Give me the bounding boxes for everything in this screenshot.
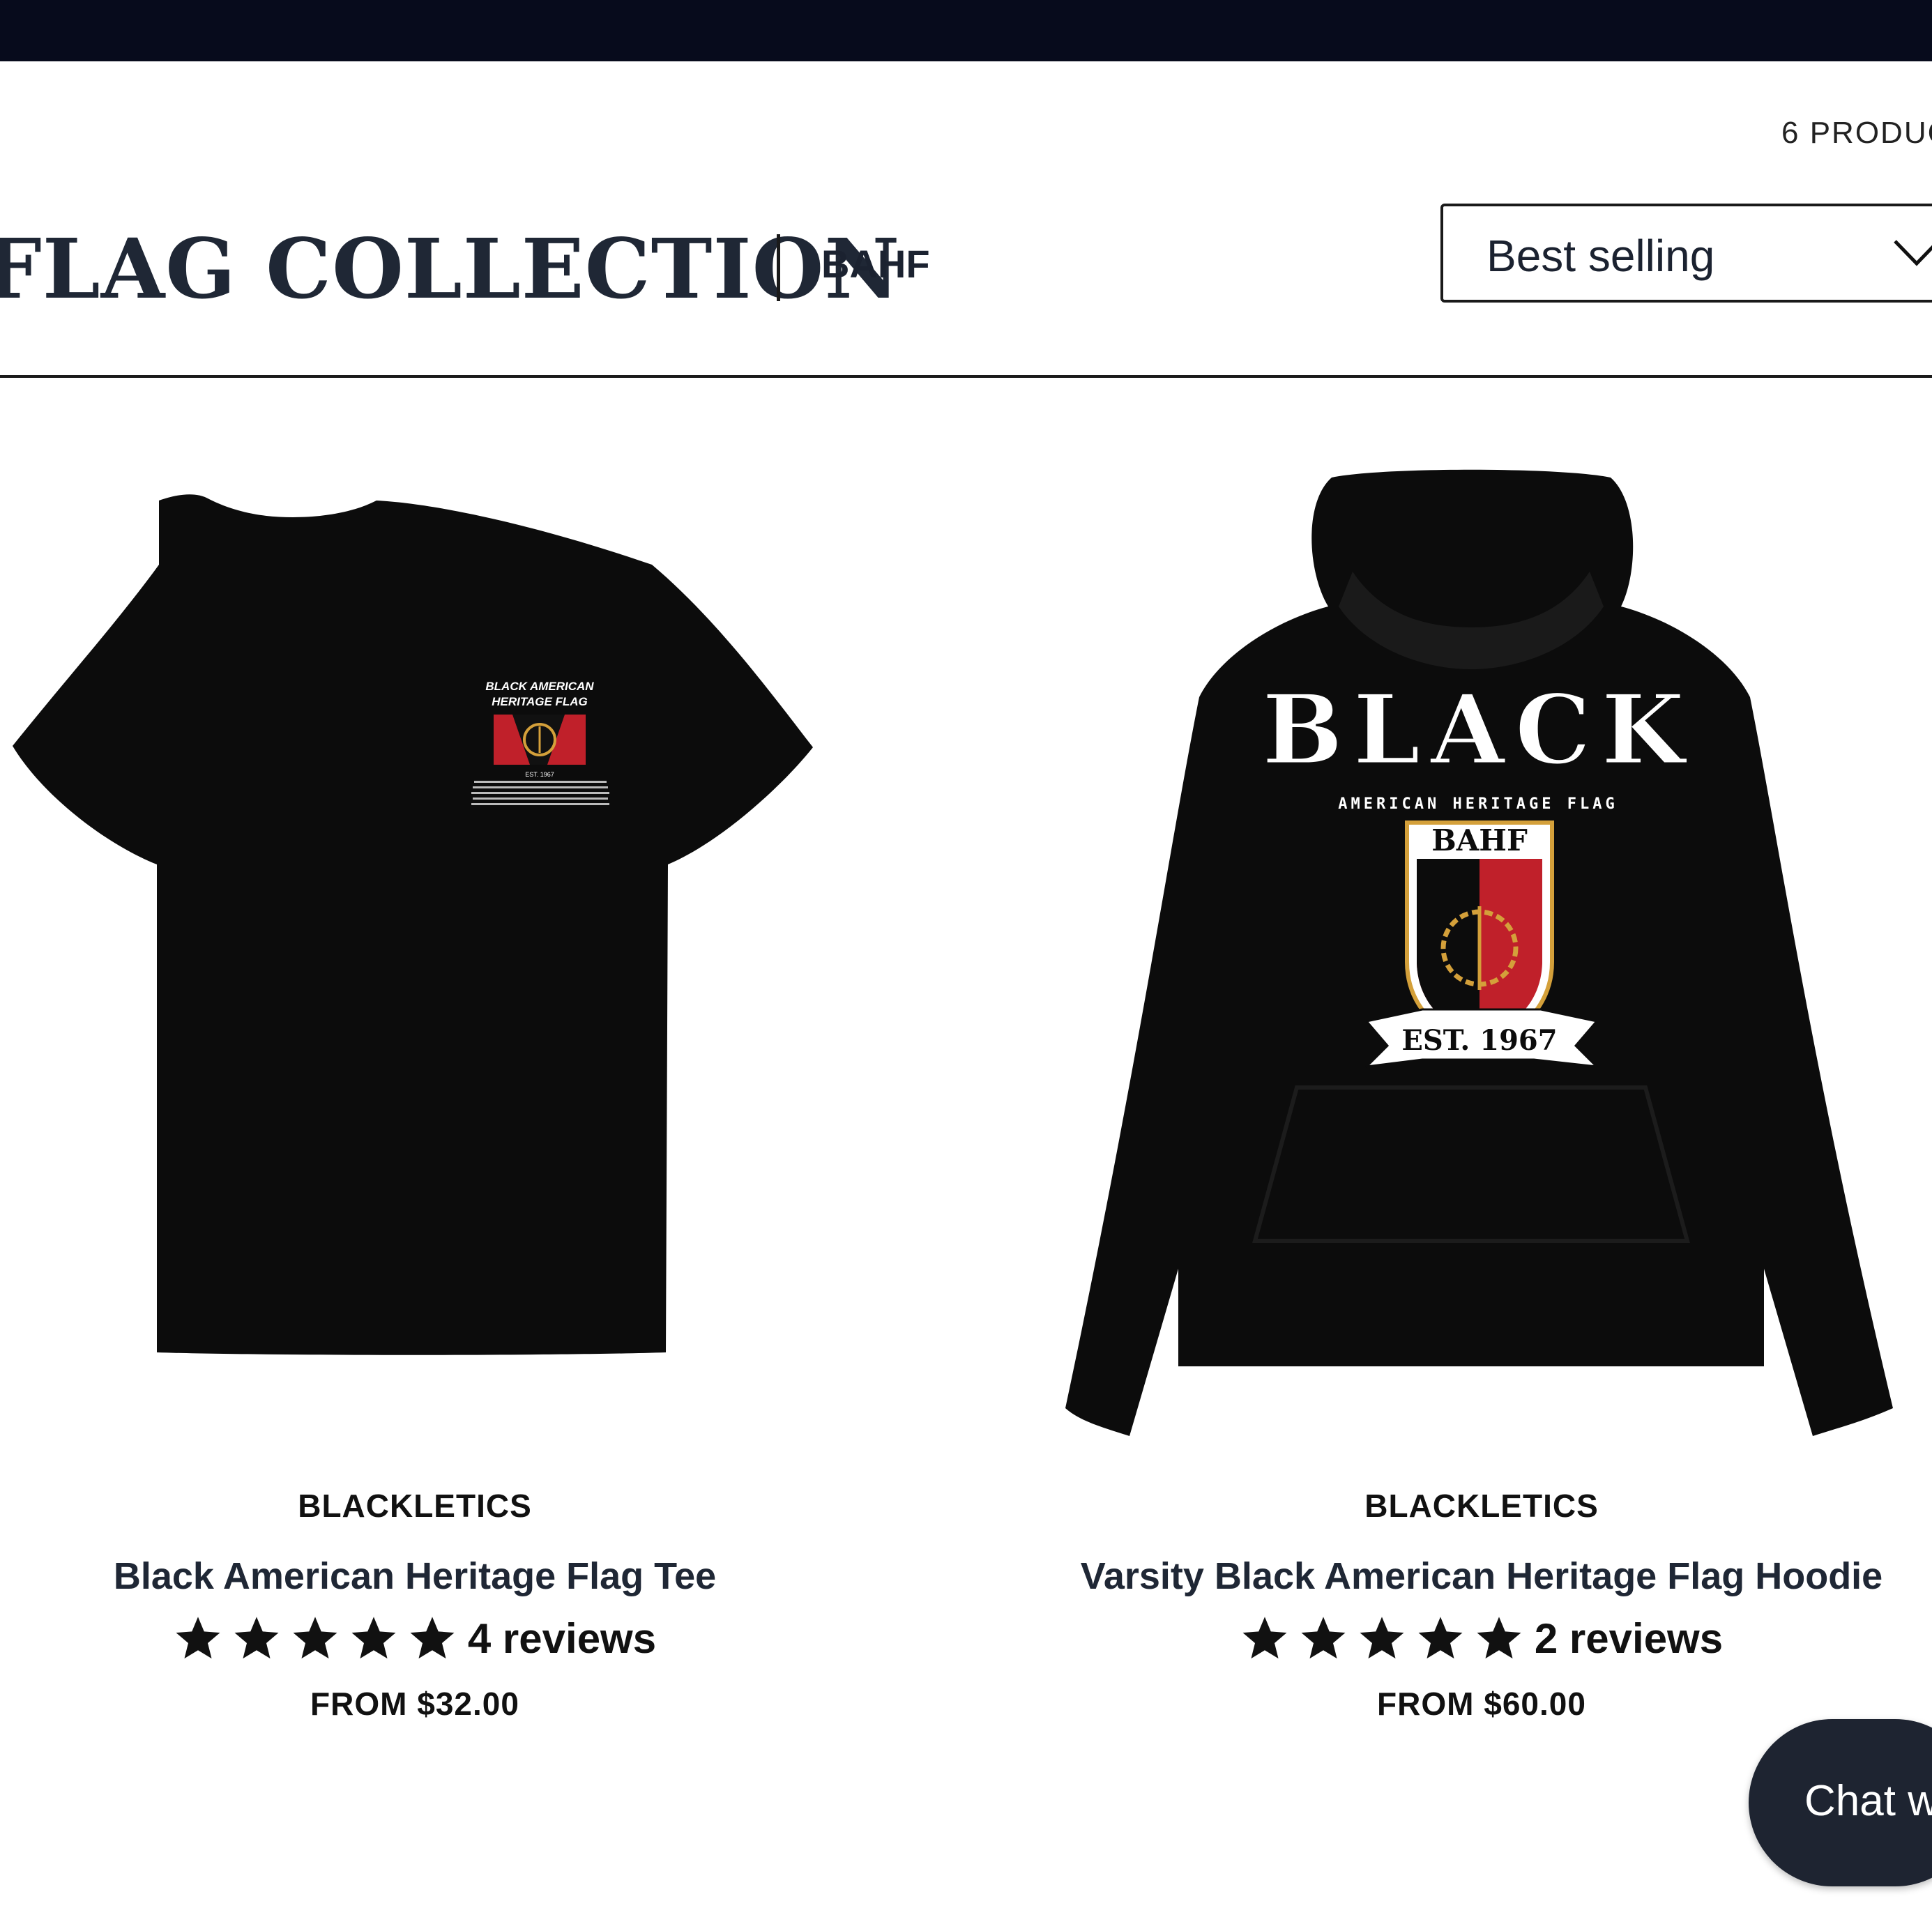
rating[interactable]: 4 reviews xyxy=(0,1610,830,1666)
page-title: FLAG COLLECTION xyxy=(0,220,901,317)
sort-select[interactable]: Best selling xyxy=(1440,204,1932,303)
product-price: FROM $60.00 xyxy=(1377,1686,1586,1722)
star-rating xyxy=(174,1614,457,1663)
crest-label: BAHF xyxy=(1431,823,1528,857)
product-info: BLACKLETICS Varsity Black American Herit… xyxy=(1060,1485,1903,1725)
star-icon xyxy=(176,1617,220,1659)
chevron-down-icon xyxy=(1894,240,1932,266)
star-icon xyxy=(234,1617,279,1659)
print-line-2: HERITAGE FLAG xyxy=(492,695,588,708)
sort-selected-value: Best selling xyxy=(1486,231,1715,281)
review-count: 2 reviews xyxy=(1534,1615,1724,1662)
review-count: 4 reviews xyxy=(467,1615,657,1662)
star-icon xyxy=(1418,1617,1463,1659)
crest-est: EST. 1967 xyxy=(1401,1024,1557,1057)
rating[interactable]: 2 reviews xyxy=(1060,1610,1903,1666)
product-count: 6 PRODUC xyxy=(1781,116,1932,150)
product-vendor: BLACKLETICS xyxy=(1364,1488,1599,1524)
chat-widget-button[interactable]: Chat w xyxy=(1749,1719,1932,1886)
product-title-link[interactable]: Varsity Black American Heritage Flag Hoo… xyxy=(1060,1552,1903,1601)
product-image-hoodie[interactable]: BLACK AMERICAN HERITAGE FLAG BAHF EST. 1… xyxy=(1060,446,1903,1450)
star-rating xyxy=(1240,1614,1523,1663)
chat-label: Chat w xyxy=(1804,1777,1932,1825)
print-est: EST. 1967 xyxy=(525,771,554,778)
tshirt-shape xyxy=(13,494,813,1355)
product-title-link[interactable]: Black American Heritage Flag Tee xyxy=(0,1552,830,1601)
print-subline: AMERICAN HERITAGE FLAG xyxy=(1338,795,1618,813)
product-price: FROM $32.00 xyxy=(310,1686,519,1722)
star-icon xyxy=(1360,1617,1404,1659)
star-icon xyxy=(1242,1617,1287,1659)
star-icon xyxy=(351,1617,396,1659)
vendor-tag: BAHF xyxy=(821,242,930,286)
star-icon xyxy=(1477,1617,1521,1659)
star-icon xyxy=(293,1617,337,1659)
print-line-1: BLACK AMERICAN xyxy=(485,680,594,693)
product-image-tee[interactable]: BLACK AMERICAN HERITAGE FLAG EST. 1967 xyxy=(0,446,830,1450)
title-divider xyxy=(777,234,780,301)
star-icon xyxy=(410,1617,455,1659)
announcement-bar xyxy=(0,0,1932,61)
print-headline: BLACK xyxy=(1262,673,1695,786)
product-vendor: BLACKLETICS xyxy=(298,1488,532,1524)
header-divider xyxy=(0,375,1932,378)
product-info: BLACKLETICS Black American Heritage Flag… xyxy=(0,1485,830,1725)
star-icon xyxy=(1301,1617,1346,1659)
